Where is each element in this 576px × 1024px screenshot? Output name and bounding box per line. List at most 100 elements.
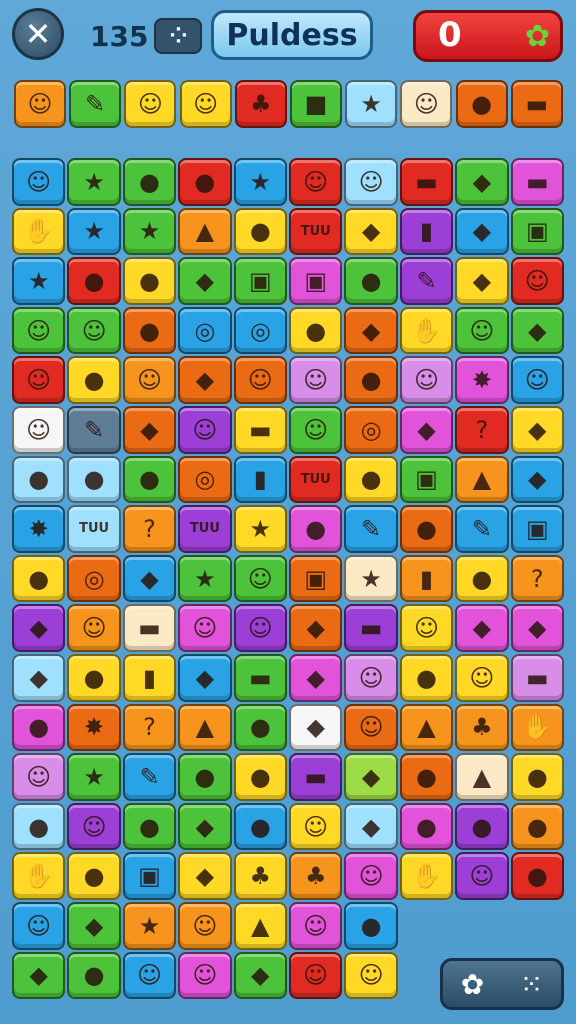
board-tile[interactable]: ☺	[178, 604, 232, 652]
board-tile[interactable]: ?	[122, 703, 177, 752]
board-tile[interactable]: ●	[399, 654, 454, 702]
board-tile[interactable]: ✋	[399, 306, 454, 355]
board-tile[interactable]: ☺	[510, 356, 564, 404]
board-tile[interactable]: ☺	[233, 554, 287, 603]
board-tile[interactable]: ●	[344, 455, 398, 504]
board-tile[interactable]: ✎	[67, 406, 121, 454]
board-tile[interactable]: TUU	[67, 505, 121, 553]
board-tile[interactable]: ★	[233, 158, 287, 206]
board-tile[interactable]: ◆	[178, 654, 232, 702]
board-tile[interactable]: ◆	[122, 406, 177, 454]
board-tile[interactable]: ▲	[455, 753, 509, 801]
board-tile[interactable]: ◆	[178, 852, 232, 900]
board-tile[interactable]: ▲	[178, 207, 232, 256]
board-tile[interactable]: ☺	[289, 902, 343, 950]
board-tile[interactable]: ●	[233, 703, 287, 752]
inventory-tile[interactable]: ■	[290, 80, 342, 128]
board-tile[interactable]: ◆	[289, 604, 343, 652]
board-tile[interactable]: ●	[122, 158, 177, 206]
board-tile[interactable]: ◆	[178, 257, 232, 305]
board-tile[interactable]: ●	[233, 802, 287, 851]
board-tile[interactable]: ★	[67, 207, 121, 256]
board-tile[interactable]: ●	[178, 158, 232, 206]
board-tile[interactable]: ☺	[344, 654, 398, 702]
board-tile[interactable]: TUU	[289, 207, 343, 256]
board-tile[interactable]: ☺	[67, 306, 121, 355]
board-tile[interactable]: ◆	[510, 306, 564, 355]
board-tile[interactable]: ☺	[455, 852, 509, 900]
board-tile[interactable]: ▣	[289, 554, 343, 603]
board-tile[interactable]: ▣	[399, 455, 454, 504]
inventory-tile[interactable]: ▬	[510, 80, 563, 128]
board-tile[interactable]: ☺	[12, 902, 66, 950]
board-tile[interactable]: ☺	[67, 802, 121, 851]
board-tile[interactable]: ✋	[399, 852, 454, 900]
board-tile[interactable]: ☺	[178, 951, 232, 1000]
board-tile[interactable]: ▣	[122, 852, 177, 900]
board-tile[interactable]: ☺	[399, 604, 454, 652]
board-tile[interactable]: ◆	[455, 207, 509, 256]
board-tile[interactable]: ✋	[12, 207, 66, 256]
board-tile[interactable]: ☺	[289, 406, 343, 454]
board-tile[interactable]: ★	[122, 207, 177, 256]
board-tile[interactable]: ◆	[510, 406, 564, 454]
board-tile[interactable]: ◆	[178, 356, 232, 404]
board-tile[interactable]: ●	[455, 802, 509, 851]
board-tile[interactable]: ●	[510, 802, 564, 851]
board-tile[interactable]: ●	[67, 951, 121, 1000]
board-tile[interactable]: ◆	[122, 554, 177, 603]
board-tile[interactable]: ☺	[233, 356, 287, 404]
board-tile[interactable]: ☺	[399, 356, 454, 404]
board-tile[interactable]: ☺	[289, 802, 343, 851]
board-tile[interactable]: ▲	[455, 455, 509, 504]
board-tile[interactable]: ☺	[12, 406, 66, 454]
board-tile[interactable]: ◆	[455, 604, 509, 652]
board-tile[interactable]: ✸	[67, 703, 121, 752]
board-tile[interactable]: ●	[122, 802, 177, 851]
board-tile[interactable]: ◎	[67, 554, 121, 603]
board-tile[interactable]: ★	[178, 554, 232, 603]
board-tile[interactable]: ▣	[233, 257, 287, 305]
board-tile[interactable]: ●	[289, 306, 343, 355]
board-tile[interactable]: ▬	[233, 406, 287, 454]
board-tile[interactable]: ☺	[510, 257, 564, 305]
board-tile[interactable]: ◆	[399, 406, 454, 454]
inventory-tile[interactable]: ☺	[179, 80, 232, 128]
board-tile[interactable]: ●	[233, 753, 287, 801]
board-tile[interactable]: ●	[67, 356, 121, 404]
board-tile[interactable]: ☺	[455, 306, 509, 355]
board-tile[interactable]: ✎	[399, 257, 454, 305]
board-tile[interactable]: ●	[344, 356, 398, 404]
board-tile[interactable]: ●	[12, 455, 66, 504]
board-tile[interactable]: ▬	[233, 654, 287, 702]
board-tile[interactable]: ◆	[233, 951, 287, 1000]
board-tile[interactable]: ☺	[12, 306, 66, 355]
board-tile[interactable]: ★	[67, 753, 121, 801]
board-tile[interactable]: ◎	[178, 455, 232, 504]
board-tile[interactable]: ☺	[344, 951, 398, 1000]
board-tile[interactable]: ☺	[233, 604, 287, 652]
inventory-tile[interactable]: ✎	[69, 80, 122, 128]
board-tile[interactable]: ★	[344, 554, 398, 603]
board-tile[interactable]: ♣	[289, 852, 343, 900]
board-tile[interactable]: ●	[233, 207, 287, 256]
board-tile[interactable]: ◆	[510, 604, 564, 652]
board-tile[interactable]: ●	[178, 753, 232, 801]
board-tile[interactable]: ▬	[510, 654, 564, 702]
board-tile[interactable]: ●	[12, 802, 66, 851]
close-button[interactable]: ✕	[12, 8, 64, 60]
board-tile[interactable]: ●	[344, 902, 398, 950]
board-tile[interactable]: ★	[12, 257, 66, 305]
board-tile[interactable]: ☺	[289, 158, 343, 206]
board-tile[interactable]: ●	[12, 554, 66, 603]
board-tile[interactable]: ◆	[12, 654, 66, 702]
board-tile[interactable]: ☺	[344, 158, 398, 206]
board-tile[interactable]: TUU	[178, 505, 232, 553]
board-tile[interactable]: ☺	[12, 356, 66, 404]
board-tile[interactable]: ●	[122, 455, 177, 504]
board-tile[interactable]: ☺	[178, 902, 232, 950]
board-tile[interactable]: ◆	[289, 654, 343, 702]
board-tile[interactable]: ☺	[289, 356, 343, 404]
board-tile[interactable]: ✎	[344, 505, 398, 553]
inventory-tile[interactable]: ♣	[234, 80, 287, 128]
